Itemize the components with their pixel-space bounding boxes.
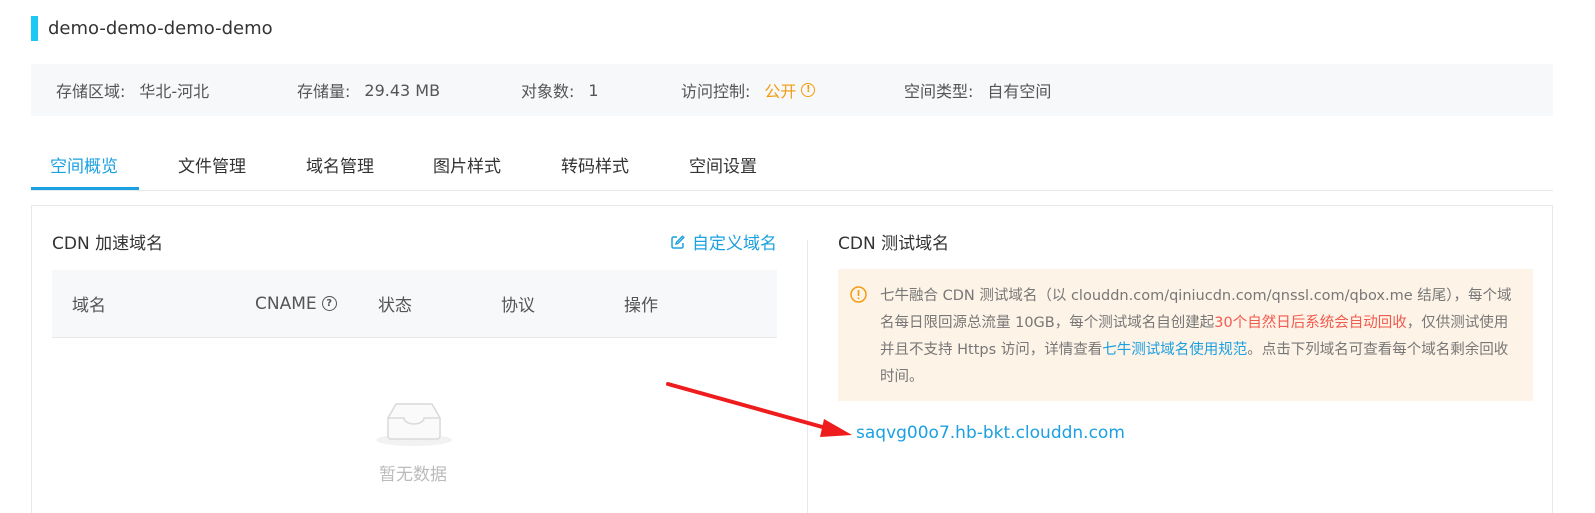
storage-value: 29.43 MB [364, 80, 441, 100]
col-cname-label: CNAME [255, 293, 317, 314]
tab-bucket-settings[interactable]: 空间设置 [689, 138, 757, 190]
info-type: 空间类型: 自有空间 [904, 64, 1051, 116]
custom-domain-label: 自定义域名 [692, 234, 777, 254]
empty-inbox-icon [376, 403, 452, 446]
region-value: 华北-河北 [139, 82, 210, 101]
active-tab-indicator [31, 187, 139, 190]
col-cname: CNAME ? [255, 270, 337, 337]
empty-state [372, 396, 457, 452]
test-section-title: CDN 测试域名 [838, 234, 950, 254]
cdn-section-title: CDN 加速域名 [52, 234, 164, 254]
access-value-text: 公开 [764, 82, 797, 101]
objects-label: 对象数: [521, 82, 575, 101]
tab-overview[interactable]: 空间概览 [50, 138, 118, 190]
panel-divider [807, 240, 808, 513]
col-actions: 操作 [624, 296, 658, 316]
cname-help-icon[interactable]: ? [321, 296, 337, 311]
tab-files[interactable]: 文件管理 [178, 138, 246, 190]
access-value[interactable]: 公开 ! [764, 78, 816, 102]
info-region: 存储区域: 华北-河北 [56, 64, 209, 116]
col-protocol: 协议 [501, 296, 535, 316]
info-objects: 对象数: 1 [521, 64, 599, 116]
cdn-table-header: 域名 CNAME ? 状态 协议 操作 [52, 270, 777, 338]
test-domain-notice: 七牛融合 CDN 测试域名（以 clouddn.com/qiniucdn.com… [838, 269, 1533, 401]
region-label: 存储区域: [56, 82, 126, 101]
access-warning-icon[interactable]: ! [801, 83, 816, 97]
tab-image-styles[interactable]: 图片样式 [433, 138, 501, 190]
access-label: 访问控制: [681, 82, 751, 101]
overview-panel: CDN 加速域名 自定义域名 域名 CNAME ? 状态 协议 操作 暂无数据 … [31, 205, 1553, 513]
info-access: 访问控制: 公开 ! [681, 64, 816, 116]
storage-label: 存储量: [297, 82, 351, 101]
custom-domain-button[interactable]: 自定义域名 [670, 229, 777, 254]
title-accent-bar [31, 16, 38, 41]
bucket-info-bar: 存储区域: 华北-河北 存储量: 29.43 MB 对象数: 1 访问控制: 公… [31, 64, 1553, 116]
test-domain-link[interactable]: saqvg00o7.hb-bkt.clouddn.com [856, 423, 1125, 443]
type-label: 空间类型: [904, 82, 974, 101]
objects-value: 1 [588, 80, 599, 100]
tab-transcode-styles[interactable]: 转码样式 [561, 138, 629, 190]
bucket-header: demo-demo-demo-demo [31, 16, 273, 41]
edit-icon [671, 234, 685, 249]
bucket-name: demo-demo-demo-demo [48, 18, 273, 39]
info-storage: 存储量: 29.43 MB [297, 64, 440, 116]
col-domain: 域名 [72, 296, 106, 316]
warning-icon [850, 286, 867, 303]
col-status: 状态 [378, 296, 412, 316]
notice-spec-link[interactable]: 七牛测试域名使用规范 [1102, 342, 1247, 358]
notice-recycle-warning: 30个自然日后系统会自动回收 [1214, 315, 1407, 331]
type-value: 自有空间 [987, 82, 1052, 101]
tab-domains[interactable]: 域名管理 [306, 138, 374, 190]
empty-text: 暂无数据 [379, 465, 447, 485]
bucket-tabs: 空间概览 文件管理 域名管理 图片样式 转码样式 空间设置 [31, 138, 1553, 191]
